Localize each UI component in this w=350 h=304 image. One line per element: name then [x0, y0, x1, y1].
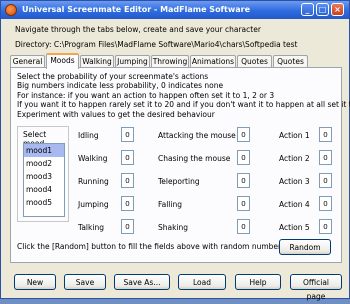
instruction-line: Experiment with values to get the desire… [17, 109, 215, 119]
maximize-icon: □ [318, 5, 327, 14]
minimize-icon: _ [305, 5, 310, 14]
app-icon [5, 4, 17, 16]
mood-item[interactable]: mood4 [24, 183, 64, 196]
teleporting-label: Teleporting [158, 177, 200, 186]
running-field[interactable] [121, 173, 134, 188]
action-2-field[interactable] [319, 150, 332, 165]
falling-label: Falling [158, 200, 182, 209]
random-button[interactable]: Random [279, 239, 331, 255]
action-3-label: Action 3 [279, 177, 310, 186]
teleporting-field[interactable] [237, 173, 250, 188]
attacking-mouse-label: Attacking the mouse [158, 131, 236, 140]
editor-window: Universal Screenmate Editor - MadFlame S… [0, 0, 350, 301]
action-2-label: Action 2 [279, 154, 310, 163]
close-icon: × [334, 5, 341, 14]
instructions: Select the probability of your screenmat… [17, 72, 350, 119]
jumping-label: Jumping [78, 200, 109, 209]
tab-moods[interactable]: Moods [46, 53, 79, 69]
maximize-button[interactable]: □ [316, 3, 329, 16]
save-button[interactable]: Save [64, 274, 106, 290]
running-label: Running [78, 177, 109, 186]
minimize-button[interactable]: _ [301, 3, 314, 16]
moods-panel: Select the probability of your screenmat… [10, 67, 350, 263]
talking-label: Talking [78, 223, 104, 232]
action-4-field[interactable] [319, 196, 332, 211]
mood-item[interactable]: mood2 [24, 157, 64, 170]
instruction-line: Select the probability of your screenmat… [17, 72, 209, 81]
action-3-field[interactable] [319, 173, 332, 188]
directory-path: Directory: C:\Program Files\MadFlame Sof… [15, 40, 298, 49]
instruction-line: For instance: if you want an action to h… [17, 90, 275, 100]
attacking-mouse-field[interactable] [237, 127, 250, 142]
window-title: Universal Screenmate Editor - MadFlame S… [22, 5, 251, 14]
walking-field[interactable] [121, 150, 134, 165]
talking-field[interactable] [121, 219, 134, 234]
title-bar[interactable]: Universal Screenmate Editor - MadFlame S… [1, 1, 349, 19]
idling-label: Idling [78, 131, 99, 140]
chasing-mouse-label: Chasing the mouse [158, 154, 231, 163]
help-button[interactable]: Help [235, 274, 281, 290]
shaking-label: Shaking [158, 223, 189, 232]
save-as-button[interactable]: Save As... [114, 274, 170, 290]
official-page-button[interactable]: Official page [290, 274, 342, 301]
random-hint: Click the [Random] button to fill the fi… [17, 242, 286, 251]
instruction-line: Big numbers indicate less probability, 0… [17, 81, 224, 91]
mood-item[interactable]: mood5 [24, 196, 64, 209]
action-1-field[interactable] [319, 127, 332, 142]
action-4-label: Action 4 [279, 200, 310, 209]
load-button[interactable]: Load [178, 274, 226, 290]
action-5-field[interactable] [319, 219, 332, 234]
mood-group: Select mood mood1 mood2 mood3 mood4 mood… [17, 126, 69, 222]
mood-list[interactable]: mood1 mood2 mood3 mood4 mood5 [23, 143, 65, 217]
new-button[interactable]: New [14, 274, 56, 290]
instruction-line: If you want it to happen rarely set it t… [17, 100, 350, 110]
walking-label: Walking [78, 154, 108, 163]
jumping-field[interactable] [121, 196, 134, 211]
action-5-label: Action 5 [279, 223, 310, 232]
falling-field[interactable] [237, 196, 250, 211]
action-1-label: Action 1 [279, 131, 310, 140]
idling-field[interactable] [121, 127, 134, 142]
shaking-field[interactable] [237, 219, 250, 234]
nav-instructions: Navigate through the tabs below, create … [15, 25, 261, 34]
mood-item[interactable]: mood1 [24, 144, 64, 157]
chasing-mouse-field[interactable] [237, 150, 250, 165]
mood-item[interactable]: mood3 [24, 170, 64, 183]
close-button[interactable]: × [331, 3, 344, 16]
